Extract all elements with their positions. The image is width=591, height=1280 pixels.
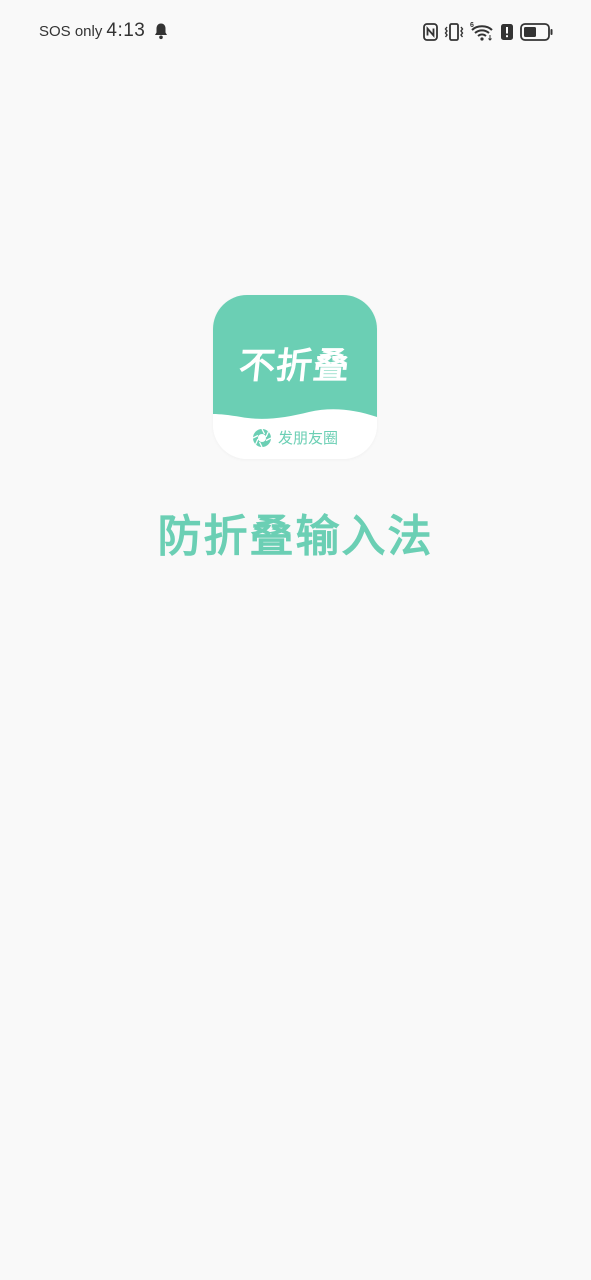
wifi-6-icon: 6	[470, 22, 493, 41]
vibrate-icon	[444, 23, 464, 41]
battery-icon	[520, 23, 553, 41]
status-right: 6	[423, 22, 553, 42]
status-bar: SOS only 4:13 6	[0, 0, 591, 66]
app-icon-title: 不折叠	[236, 346, 353, 387]
wifi-badge: 6	[470, 22, 474, 29]
camera-shutter-icon	[252, 428, 272, 447]
nfc-icon	[423, 23, 438, 41]
app-icon-subtitle-row: 发朋友圈	[213, 427, 377, 448]
bell-icon	[155, 23, 168, 40]
app-icon-subtitle: 发朋友圈	[277, 429, 338, 447]
carrier-label: SOS only	[39, 22, 103, 40]
clock: 4:13	[106, 20, 146, 41]
alert-icon	[501, 24, 513, 40]
splash-screen: SOS only 4:13 6 不折叠 发朋友圈 防折叠输入法	[0, 0, 591, 1280]
app-icon: 不折叠 发朋友圈	[213, 295, 377, 459]
status-left: SOS only 4:13	[39, 20, 169, 42]
app-name: 防折叠输入法	[157, 511, 434, 562]
